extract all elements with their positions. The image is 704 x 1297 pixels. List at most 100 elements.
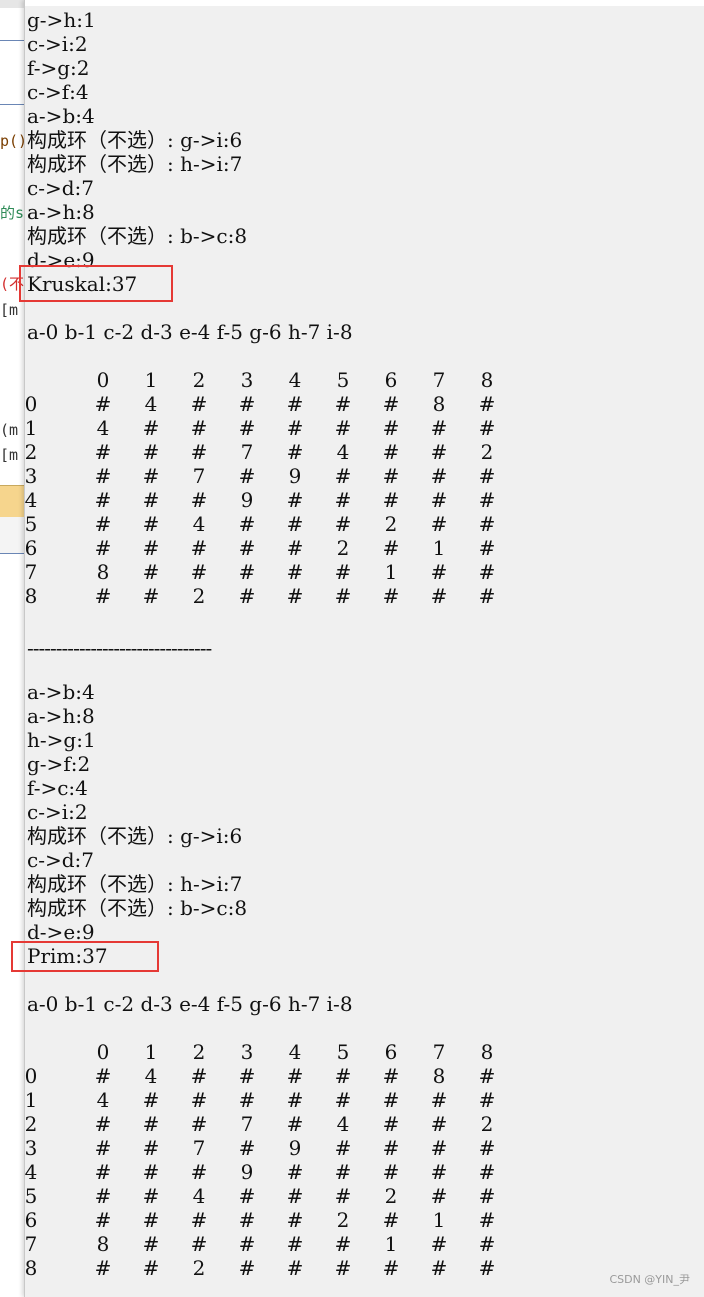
kruskal-matrix-cell: #	[238, 416, 256, 440]
kruskal-matrix-cell: #	[478, 392, 496, 416]
kruskal-edge-line: a->b:4	[27, 104, 95, 128]
kruskal-matrix-cell: #	[94, 488, 112, 512]
prim-matrix-cell: #	[238, 1064, 256, 1088]
kruskal-matrix-header-cell: 3	[240, 368, 254, 392]
kruskal-matrix-cell: #	[286, 560, 304, 584]
prim-matrix-cell: #	[94, 1064, 112, 1088]
prim-edge-line: c->i:2	[27, 800, 88, 824]
prim-matrix-cell: #	[238, 1088, 256, 1112]
prim-matrix-cell: 9	[240, 1160, 254, 1184]
kruskal-matrix-row-label: 5	[24, 512, 38, 536]
kruskal-matrix-cell: 9	[240, 488, 254, 512]
kruskal-matrix-cell: #	[94, 392, 112, 416]
prim-matrix-cell: #	[142, 1136, 160, 1160]
prim-matrix-cell: 9	[288, 1136, 302, 1160]
prim-matrix-cell: 2	[336, 1208, 350, 1232]
prim-matrix-cell: #	[94, 1112, 112, 1136]
prim-matrix-cell: #	[478, 1232, 496, 1256]
kruskal-matrix-row-label: 4	[24, 488, 38, 512]
prim-matrix-cell: #	[238, 1136, 256, 1160]
prim-matrix-cell: #	[286, 1256, 304, 1280]
editor-divider	[0, 40, 24, 41]
kruskal-matrix-cell: #	[430, 416, 448, 440]
prim-matrix-cell: #	[142, 1184, 160, 1208]
prim-matrix-cell: 4	[336, 1112, 350, 1136]
kruskal-matrix-cell: #	[94, 536, 112, 560]
kruskal-matrix-cell: 7	[192, 464, 206, 488]
kruskal-matrix-cell: #	[430, 512, 448, 536]
kruskal-matrix-cell: #	[142, 464, 160, 488]
console-window[interactable]: g->h:1 c->i:2 f->g:2 c->f:4 a->b:4 构成环（不选）: g…	[11, 0, 704, 1297]
kruskal-matrix-cell: #	[382, 584, 400, 608]
kruskal-matrix-cell: 2	[192, 584, 206, 608]
prim-matrix-cell: #	[334, 1064, 352, 1088]
kruskal-matrix-cell: #	[382, 392, 400, 416]
editor-code-fragment: (m	[0, 421, 19, 439]
prim-edge-line: f->c:4	[27, 776, 88, 800]
kruskal-matrix-cell: #	[430, 584, 448, 608]
kruskal-matrix-cell: #	[478, 560, 496, 584]
kruskal-highlight-box	[19, 265, 173, 302]
prim-matrix-header-cell: 2	[192, 1040, 206, 1064]
kruskal-matrix-cell: #	[334, 464, 352, 488]
prim-matrix-cell: #	[142, 1088, 160, 1112]
prim-matrix-row-label: 2	[24, 1112, 38, 1136]
section-separator: --------------------------------	[27, 636, 212, 660]
kruskal-matrix-cell: #	[190, 440, 208, 464]
editor-divider	[0, 104, 24, 105]
kruskal-matrix-cell: #	[190, 560, 208, 584]
watermark: CSDN @YIN_尹	[609, 1273, 690, 1286]
kruskal-matrix-cell: #	[94, 464, 112, 488]
kruskal-matrix-cell: #	[238, 560, 256, 584]
kruskal-edge-line: a->h:8	[27, 200, 95, 224]
kruskal-matrix-cell: #	[94, 512, 112, 536]
prim-matrix-cell: #	[382, 1064, 400, 1088]
kruskal-matrix-header-cell: 0	[96, 368, 110, 392]
prim-matrix-cell: #	[382, 1208, 400, 1232]
prim-matrix-cell: 1	[384, 1232, 398, 1256]
kruskal-matrix-cell: #	[190, 488, 208, 512]
kruskal-matrix-cell: 8	[432, 392, 446, 416]
kruskal-matrix-cell: #	[238, 512, 256, 536]
kruskal-matrix-row-label: 1	[24, 416, 38, 440]
prim-matrix-header-cell: 5	[336, 1040, 350, 1064]
prim-matrix-cell: 1	[432, 1208, 446, 1232]
prim-matrix-cell: #	[142, 1160, 160, 1184]
kruskal-matrix-cell: #	[286, 512, 304, 536]
kruskal-matrix-cell: #	[142, 512, 160, 536]
kruskal-matrix-cell: 9	[288, 464, 302, 488]
kruskal-matrix-cell: 4	[336, 440, 350, 464]
prim-matrix-cell: #	[430, 1088, 448, 1112]
kruskal-matrix-cell: #	[94, 440, 112, 464]
prim-matrix-cell: #	[430, 1112, 448, 1136]
prim-edge-line: 构成环（不选）: b->c:8	[27, 896, 248, 920]
prim-matrix-cell: #	[238, 1184, 256, 1208]
prim-matrix-header-cell: 8	[480, 1040, 494, 1064]
prim-matrix-cell: #	[478, 1160, 496, 1184]
prim-matrix-cell: #	[430, 1160, 448, 1184]
kruskal-matrix-cell: #	[238, 584, 256, 608]
prim-matrix-cell: #	[430, 1256, 448, 1280]
editor-code-fragment: [m	[0, 301, 19, 319]
prim-matrix-cell: #	[94, 1208, 112, 1232]
prim-matrix-cell: #	[238, 1256, 256, 1280]
prim-matrix-cell: 7	[240, 1112, 254, 1136]
editor-code-fragment: p()	[0, 132, 25, 150]
prim-matrix-cell: #	[334, 1088, 352, 1112]
prim-matrix-cell: #	[382, 1160, 400, 1184]
kruskal-matrix-cell: #	[286, 416, 304, 440]
prim-matrix-cell: #	[190, 1160, 208, 1184]
kruskal-matrix-row-label: 8	[24, 584, 38, 608]
prim-matrix-cell: 8	[96, 1232, 110, 1256]
prim-matrix-header-cell: 6	[384, 1040, 398, 1064]
kruskal-matrix-cell: #	[478, 416, 496, 440]
kruskal-matrix-cell: 2	[336, 536, 350, 560]
prim-matrix-row-label: 6	[24, 1208, 38, 1232]
prim-edge-line: h->g:1	[27, 728, 96, 752]
kruskal-matrix-cell: #	[478, 536, 496, 560]
kruskal-matrix-row-label: 0	[24, 392, 38, 416]
kruskal-edge-line: f->g:2	[27, 56, 90, 80]
prim-matrix-row-label: 1	[24, 1088, 38, 1112]
kruskal-matrix-cell: #	[190, 536, 208, 560]
prim-matrix-cell: #	[142, 1112, 160, 1136]
